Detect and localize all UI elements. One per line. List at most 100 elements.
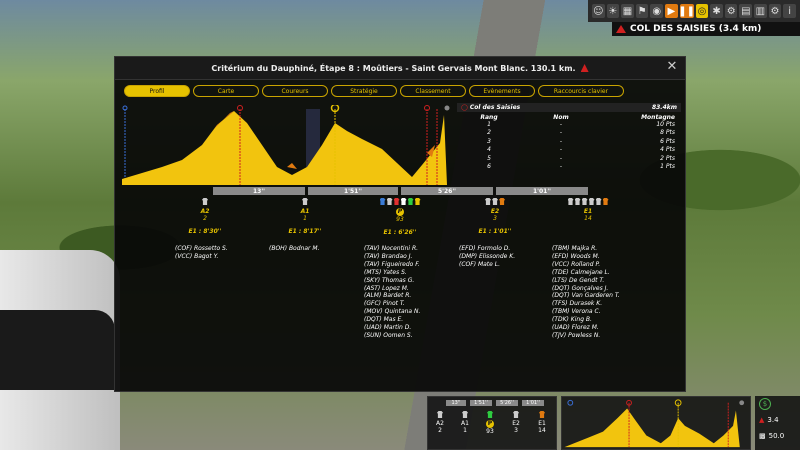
help-icon[interactable]: i	[783, 4, 796, 18]
camera-icon[interactable]: ◉	[650, 4, 664, 18]
flag-icon[interactable]: ⚑	[635, 4, 649, 18]
fan-icon[interactable]: ✱	[710, 4, 723, 18]
name-cell: -	[559, 129, 563, 137]
rider-name[interactable]: (BOH) Bodnar M.	[269, 245, 319, 253]
rider-name[interactable]: (GFC) Pinot T.	[364, 300, 420, 308]
settings-icon[interactable]: ⚙	[768, 4, 782, 18]
bike-icon[interactable]: ⚙	[724, 4, 738, 18]
climb-label: COL DES SAISIES (3.4 km)	[630, 24, 762, 34]
points-cell: 6 Pts	[660, 137, 675, 145]
rider-name[interactable]: (COF) Rossetto S.	[175, 245, 228, 253]
peloton-badge: P	[396, 208, 404, 216]
rider-name[interactable]: (LTS) De Gendt T.	[552, 277, 620, 285]
rider-name[interactable]: (MOV) Quintana N.	[364, 308, 420, 316]
hud-groups-panel[interactable]: 13'' 1'51'' 5'26'' 1'01'' A2 2 A1 1 P 93…	[427, 396, 557, 450]
rider-name[interactable]: (AST) Lopez M.	[364, 285, 420, 293]
tab-evenements[interactable]: Evènements	[469, 85, 535, 97]
rider-name[interactable]: (TAV) Figueiredo F.	[364, 261, 420, 269]
stat-distance: ▲ 3.4	[755, 412, 800, 428]
hud-group-e2[interactable]: E2 3	[504, 411, 528, 434]
group-code: A1	[300, 208, 310, 215]
name-cell: -	[559, 163, 563, 171]
weather-icon[interactable]: ☀	[606, 4, 620, 18]
rider-name[interactable]: (VCC) Bagot Y.	[175, 253, 228, 261]
group-time: E1 : 8'17''	[288, 228, 322, 235]
tab-strategie[interactable]: Stratégie	[331, 85, 397, 97]
tab-carte[interactable]: Carte	[193, 85, 259, 97]
tab-coureurs[interactable]: Coureurs	[262, 85, 328, 97]
rider-name[interactable]: (COF) Mate L.	[459, 261, 515, 269]
rider-name[interactable]: (SUN) Oomen S.	[364, 332, 420, 340]
stat-money: $	[755, 396, 800, 412]
mountain-icon: ▲	[759, 416, 765, 424]
rider-name[interactable]: (TDE) Calmejane L.	[552, 269, 620, 277]
map-icon[interactable]: ▦	[621, 4, 634, 18]
mini-profile[interactable]	[561, 396, 751, 450]
rider-name[interactable]: (DQT) Gonçalves J.	[552, 285, 620, 293]
tab-profil[interactable]: Profil	[124, 85, 190, 97]
hud-group-code: A1	[461, 420, 469, 427]
stats-icon[interactable]: ▤	[739, 4, 753, 18]
rider-name[interactable]: (ALM) Bardet R.	[364, 292, 420, 300]
hud-group-a2[interactable]: A2 2	[428, 411, 452, 434]
stage-profile[interactable]	[122, 105, 450, 187]
rider-icon[interactable]: ☺	[592, 4, 605, 18]
rider-name[interactable]: (TJV) Powless N.	[552, 332, 620, 340]
group-time: E1 : 8'30''	[188, 228, 222, 235]
ranking-row: 6 - 1 Pts	[457, 163, 681, 171]
ranking-header: ◯ Col des Saisies 83.4km	[457, 103, 681, 112]
group-count: 1	[303, 215, 307, 222]
rider-name[interactable]: (EFD) Woods M.	[552, 253, 620, 261]
rider-name[interactable]: (VCC) Rolland P.	[552, 261, 620, 269]
rider-name[interactable]: (SKY) Thomas G.	[364, 277, 420, 285]
jersey-icon	[407, 198, 414, 205]
pause-icon[interactable]: ❚❚	[678, 4, 695, 18]
climb-icon	[616, 25, 626, 33]
profile-climb-steep	[287, 163, 297, 169]
group-e2[interactable]: E2 3 E1 : 1'01''	[465, 198, 525, 235]
jersey-icon	[400, 198, 407, 205]
rider-name[interactable]: (TBM) Majka R.	[552, 245, 620, 253]
jersey-icon	[437, 411, 443, 418]
group-a1[interactable]: A1 1 E1 : 8'17''	[275, 198, 335, 235]
rider-name[interactable]: (TFS) Durasek K.	[552, 300, 620, 308]
group-jerseys	[558, 198, 618, 205]
rider-name[interactable]: (UAD) Florez M.	[552, 324, 620, 332]
hud-group-count: 2	[438, 427, 442, 434]
rider-list: (TBM) Majka R. (EFD) Woods M. (VCC) Roll…	[552, 245, 620, 340]
jersey-icon	[386, 198, 393, 205]
group-jerseys	[465, 198, 525, 205]
group-e1[interactable]: E1 14	[558, 198, 618, 222]
tab-classement[interactable]: Classement	[400, 85, 466, 97]
eye-icon[interactable]: ◎	[695, 4, 709, 18]
chart-icon[interactable]: ▥	[754, 4, 767, 18]
group-count: 93	[396, 216, 404, 223]
rider-name[interactable]: (MTS) Yates S.	[364, 269, 420, 277]
ranking-columns: Rang Nom Montagne	[457, 112, 681, 121]
rider-name[interactable]: (DQT) Van Garderen T.	[552, 292, 620, 300]
hud-group-peloton[interactable]: P 93	[478, 411, 502, 435]
jersey-icon	[513, 411, 519, 418]
rider-name[interactable]: (DQT) Mas E.	[364, 316, 420, 324]
rider-name[interactable]: (TAV) Nocentini R.	[364, 245, 420, 253]
mountain-ranking: ◯ Col des Saisies 83.4km Rang Nom Montag…	[457, 103, 681, 183]
group-a2[interactable]: A2 2 E1 : 8'30''	[175, 198, 235, 235]
rider-name[interactable]: (DMP) Elissonde K.	[459, 253, 515, 261]
jersey-icon	[588, 198, 595, 205]
close-icon[interactable]: ✕	[665, 60, 679, 74]
play-icon[interactable]: ▶	[665, 4, 678, 18]
rank-cell: 4	[487, 146, 491, 154]
hud-group-a1[interactable]: A1 1	[453, 411, 477, 434]
group-peloton[interactable]: P 93 E1 : 6'26''	[370, 198, 430, 236]
jersey-icon	[202, 198, 208, 205]
rider-name[interactable]: (TDK) King B.	[552, 316, 620, 324]
rider-name[interactable]: (TBM) Verona C.	[552, 308, 620, 316]
hud-group-code: E1	[538, 420, 546, 427]
group-jerseys	[370, 198, 430, 205]
rider-name[interactable]: (UAD) Martin D.	[364, 324, 420, 332]
tab-raccourcis[interactable]: Raccourcis clavier	[538, 85, 624, 97]
climb-marker-icon: ◯	[461, 104, 468, 111]
rider-name[interactable]: (TAV) Brandao J.	[364, 253, 420, 261]
rider-name[interactable]: (EFD) Formolo D.	[459, 245, 515, 253]
hud-group-e1[interactable]: E1 14	[530, 411, 554, 434]
